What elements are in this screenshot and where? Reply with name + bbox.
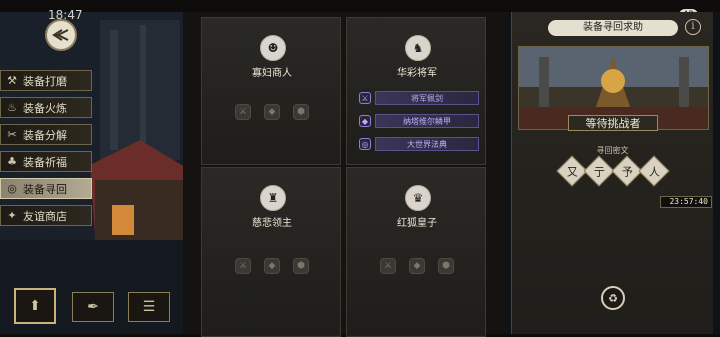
sidebar-item-label: 装备祈福 bbox=[23, 155, 67, 169]
list-icon: ☰ bbox=[142, 299, 156, 315]
shop-icon: ✦ bbox=[7, 209, 17, 222]
character-name: 寡妇商人 bbox=[252, 68, 292, 79]
flame-icon: ♨ bbox=[7, 101, 17, 114]
empty-slot-icon: ⬢ bbox=[293, 104, 309, 120]
empty-slot-icon: ⚔ bbox=[235, 104, 251, 120]
upgrade-button[interactable]: ⬆ bbox=[14, 288, 56, 324]
character-card[interactable]: ☻ 寡妇商人 ⚔ ◆ ⬢ bbox=[201, 17, 341, 165]
sidebar-item[interactable]: ✂ 装备分解 bbox=[0, 124, 92, 145]
empty-slot-icon: ⚔ bbox=[235, 258, 251, 274]
sidebar-item-label: 装备火炼 bbox=[23, 101, 67, 115]
equipment-label: 纳塔维尔鳞甲 bbox=[375, 114, 479, 128]
split-icon: ✂ bbox=[7, 128, 17, 141]
sidebar-item-label: 装备打磨 bbox=[23, 74, 67, 88]
equipment-list: ⚔ 将军佩剑 ◆ 纳塔维尔鳞甲 ◎ 大世界法典 bbox=[359, 90, 479, 159]
equipment-icon: ⚔ bbox=[359, 92, 371, 104]
hammer-icon: ⚒ bbox=[7, 74, 17, 87]
character-name: 慈悲领主 bbox=[252, 218, 292, 229]
sidebar-item-label: 友谊商店 bbox=[23, 209, 67, 223]
sidebar-item[interactable]: ◎ 装备寻回 bbox=[0, 178, 92, 199]
empty-slot-icon: ⬢ bbox=[293, 258, 309, 274]
character-name: 红狐皇子 bbox=[397, 218, 437, 229]
info-button[interactable]: i bbox=[685, 19, 701, 35]
rune-glyph: 人 bbox=[638, 155, 670, 187]
rune-text: 又 bbox=[566, 165, 578, 178]
rune-row: 又亍予人 bbox=[556, 155, 670, 187]
challenge-status: 等待挑战者 bbox=[568, 115, 658, 131]
empty-slot-icon: ◆ bbox=[264, 104, 280, 120]
character-portrait: ☻ bbox=[260, 35, 286, 61]
character-card[interactable]: ♛ 红狐皇子 ⚔ ◆ ⬢ bbox=[346, 167, 486, 337]
empty-slot-icon: ◆ bbox=[409, 258, 425, 274]
countdown-timer: 23:57:40 bbox=[660, 196, 712, 208]
sidebar-item[interactable]: ✦ 友谊商店 bbox=[0, 205, 92, 226]
sidebar-item-label: 装备分解 bbox=[23, 128, 67, 142]
back-button[interactable] bbox=[45, 19, 77, 51]
quill-icon: ✒ bbox=[87, 299, 99, 315]
rune-glyph: 亍 bbox=[583, 155, 615, 187]
character-name: 华彩将军 bbox=[397, 68, 437, 79]
equipment-item[interactable]: ◆ 纳塔维尔鳞甲 bbox=[359, 113, 479, 129]
panel-title: 装备寻回求助 bbox=[548, 20, 678, 36]
rune-text: 予 bbox=[621, 165, 633, 178]
sidebar-item[interactable]: ⚒ 装备打磨 bbox=[0, 70, 92, 91]
empty-slot-icon: ⚔ bbox=[380, 258, 396, 274]
equipment-icon: ◆ bbox=[359, 115, 371, 127]
equipment-icon: ◎ bbox=[359, 138, 371, 150]
empty-equipment-slots: ⚔ ◆ ⬢ bbox=[235, 258, 309, 274]
retrieve-help-panel: 装备寻回求助 i 等待挑战者 寻回密文 又 亍 予 人 23:57:40 ♻ bbox=[511, 12, 713, 334]
upgrade-arrow-icon: ⬆ bbox=[29, 298, 41, 314]
equipment-item[interactable]: ◎ 大世界法典 bbox=[359, 136, 479, 152]
discard-button[interactable]: ♻ bbox=[601, 286, 625, 310]
trash-icon: ♻ bbox=[608, 291, 618, 305]
empty-slot-icon: ◆ bbox=[264, 258, 280, 274]
character-portrait: ♛ bbox=[405, 185, 431, 211]
empty-slot-icon: ⬢ bbox=[438, 258, 454, 274]
character-portrait: ♞ bbox=[405, 35, 431, 61]
character-portrait: ♜ bbox=[260, 185, 286, 211]
character-card[interactable]: ♜ 慈悲领主 ⚔ ◆ ⬢ bbox=[201, 167, 341, 337]
rune-text: 人 bbox=[648, 165, 660, 178]
back-arrow-icon bbox=[52, 29, 69, 41]
equipment-item[interactable]: ⚔ 将军佩剑 bbox=[359, 90, 479, 106]
sidebar-item-label: 装备寻回 bbox=[23, 182, 67, 196]
character-grid: ☻ 寡妇商人 ⚔ ◆ ⬢ ♞ 华彩将军 ⚔ 将军佩剑 ◆ 纳塔维尔鳞甲 ◎ 大世界法典 ♜ 慈悲领主 ⚔ ◆… bbox=[183, 12, 508, 337]
empty-equipment-slots: ⚔ ◆ ⬢ bbox=[235, 104, 309, 120]
quill-button[interactable]: ✒ bbox=[72, 292, 114, 322]
empty-equipment-slots: ⚔ ◆ ⬢ bbox=[380, 258, 454, 274]
sidebar-item[interactable]: ♣ 装备祈福 bbox=[0, 151, 92, 172]
equipment-label: 将军佩剑 bbox=[375, 91, 479, 105]
equipment-label: 大世界法典 bbox=[375, 137, 479, 151]
retrieve-icon: ◎ bbox=[7, 182, 17, 195]
pray-icon: ♣ bbox=[7, 155, 17, 168]
character-card[interactable]: ♞ 华彩将军 ⚔ 将军佩剑 ◆ 纳塔维尔鳞甲 ◎ 大世界法典 bbox=[346, 17, 486, 165]
rune-text: 亍 bbox=[593, 165, 605, 178]
clues-label: 寻回密文 bbox=[596, 146, 629, 155]
sidebar-item[interactable]: ♨ 装备火炼 bbox=[0, 97, 92, 118]
list-button[interactable]: ☰ bbox=[128, 292, 170, 322]
